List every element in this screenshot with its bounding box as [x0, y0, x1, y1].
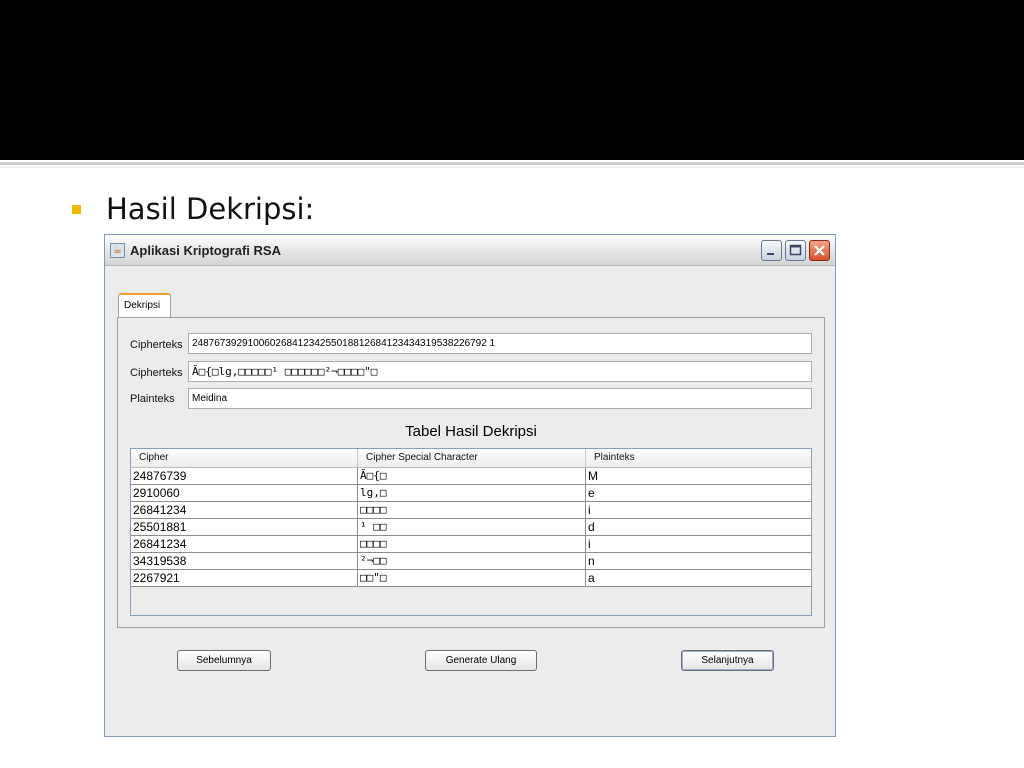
cell-plainteks: e: [588, 486, 595, 500]
cell-cipher-special: lg,□: [358, 485, 586, 501]
cell-cipher: 26841234: [131, 536, 358, 552]
slide-header-band: [0, 0, 1024, 160]
table-row[interactable]: 25501881 ¹ □□ d: [131, 519, 811, 536]
cell-cipher-special: Ã□{□: [358, 468, 586, 484]
table-body: 24876739 Ã□{□ M 2910060 lg,□ e 26841234 …: [131, 468, 811, 587]
cell-plainteks: n: [588, 554, 595, 568]
column-header-cipher[interactable]: Cipher: [131, 449, 358, 467]
cell-cipher-special: □□"□: [358, 570, 586, 586]
cell-cipher: 25501881: [131, 519, 358, 535]
tab-dekripsi[interactable]: Dekripsi: [118, 293, 171, 318]
table-row[interactable]: 34319538 ²¬□□ n: [131, 553, 811, 570]
cell-cipher-special: ¹ □□: [358, 519, 586, 535]
minimize-button[interactable]: [761, 240, 782, 261]
sebelumnya-button[interactable]: Sebelumnya: [177, 650, 271, 671]
table-row[interactable]: 2267921 □□"□ a: [131, 570, 811, 587]
tab-label: Dekripsi: [124, 300, 161, 311]
cell-plainteks: a: [588, 571, 595, 585]
cell-plainteks: d: [588, 520, 595, 534]
maximize-button[interactable]: [785, 240, 806, 261]
app-window: ☕ Aplikasi Kriptografi RSA Dekripsi Ciph…: [104, 234, 836, 737]
close-button[interactable]: [809, 240, 830, 261]
window-client-area: Dekripsi Cipherteks 24876739291006026841…: [105, 266, 835, 736]
cell-cipher: 2910060: [131, 485, 358, 501]
generate-ulang-button[interactable]: Generate Ulang: [425, 650, 537, 671]
cell-cipher-special: □□□□: [358, 502, 586, 518]
cipherteks-label: Cipherteks: [130, 339, 183, 351]
table-row[interactable]: 26841234 □□□□ i: [131, 536, 811, 553]
cell-cipher: 26841234: [131, 502, 358, 518]
bullet-icon: [72, 205, 81, 214]
table-header: Cipher Cipher Special Character Plaintek…: [131, 449, 811, 468]
cell-cipher: 24876739: [131, 468, 358, 484]
slide-title: Hasil Dekripsi:: [106, 192, 315, 226]
window-title: Aplikasi Kriptografi RSA: [130, 243, 281, 258]
close-icon: [814, 245, 825, 256]
plainteks-label: Plainteks: [130, 393, 175, 405]
plainteks-field[interactable]: Meidina: [188, 388, 812, 409]
cell-cipher: 34319538: [131, 553, 358, 569]
table-row[interactable]: 26841234 □□□□ i: [131, 502, 811, 519]
java-app-icon: ☕: [110, 243, 125, 258]
cipherteks-special-label: Cipherteks: [130, 367, 183, 379]
cell-plainteks: i: [588, 503, 591, 517]
cell-plainteks: i: [588, 537, 591, 551]
cell-cipher-special: ²¬□□: [358, 553, 586, 569]
window-titlebar[interactable]: ☕ Aplikasi Kriptografi RSA: [105, 235, 835, 266]
cipherteks-number-field[interactable]: 2487673929100602684123425501881268412343…: [188, 333, 812, 354]
selanjutnya-button[interactable]: Selanjutnya: [681, 650, 774, 671]
column-header-cipher-special[interactable]: Cipher Special Character: [358, 449, 586, 467]
cell-cipher: 2267921: [131, 570, 358, 586]
dekripsi-panel: Cipherteks 24876739291006026841234255018…: [117, 317, 825, 628]
cell-plainteks: M: [588, 469, 598, 483]
table-row[interactable]: 2910060 lg,□ e: [131, 485, 811, 502]
table-title: Tabel Hasil Dekripsi: [405, 423, 537, 440]
slide-divider-thin: [0, 167, 1024, 168]
table-row[interactable]: 24876739 Ã□{□ M: [131, 468, 811, 485]
result-table: Cipher Cipher Special Character Plaintek…: [130, 448, 812, 616]
cell-cipher-special: □□□□: [358, 536, 586, 552]
column-header-plainteks[interactable]: Plainteks: [586, 449, 811, 467]
slide-divider: [0, 162, 1024, 165]
cipherteks-special-field[interactable]: Ã□{□lg,□□□□□¹ □□□□□□²¬□□□□"□: [188, 361, 812, 382]
minimize-icon: [767, 253, 774, 255]
maximize-icon: [789, 244, 802, 256]
